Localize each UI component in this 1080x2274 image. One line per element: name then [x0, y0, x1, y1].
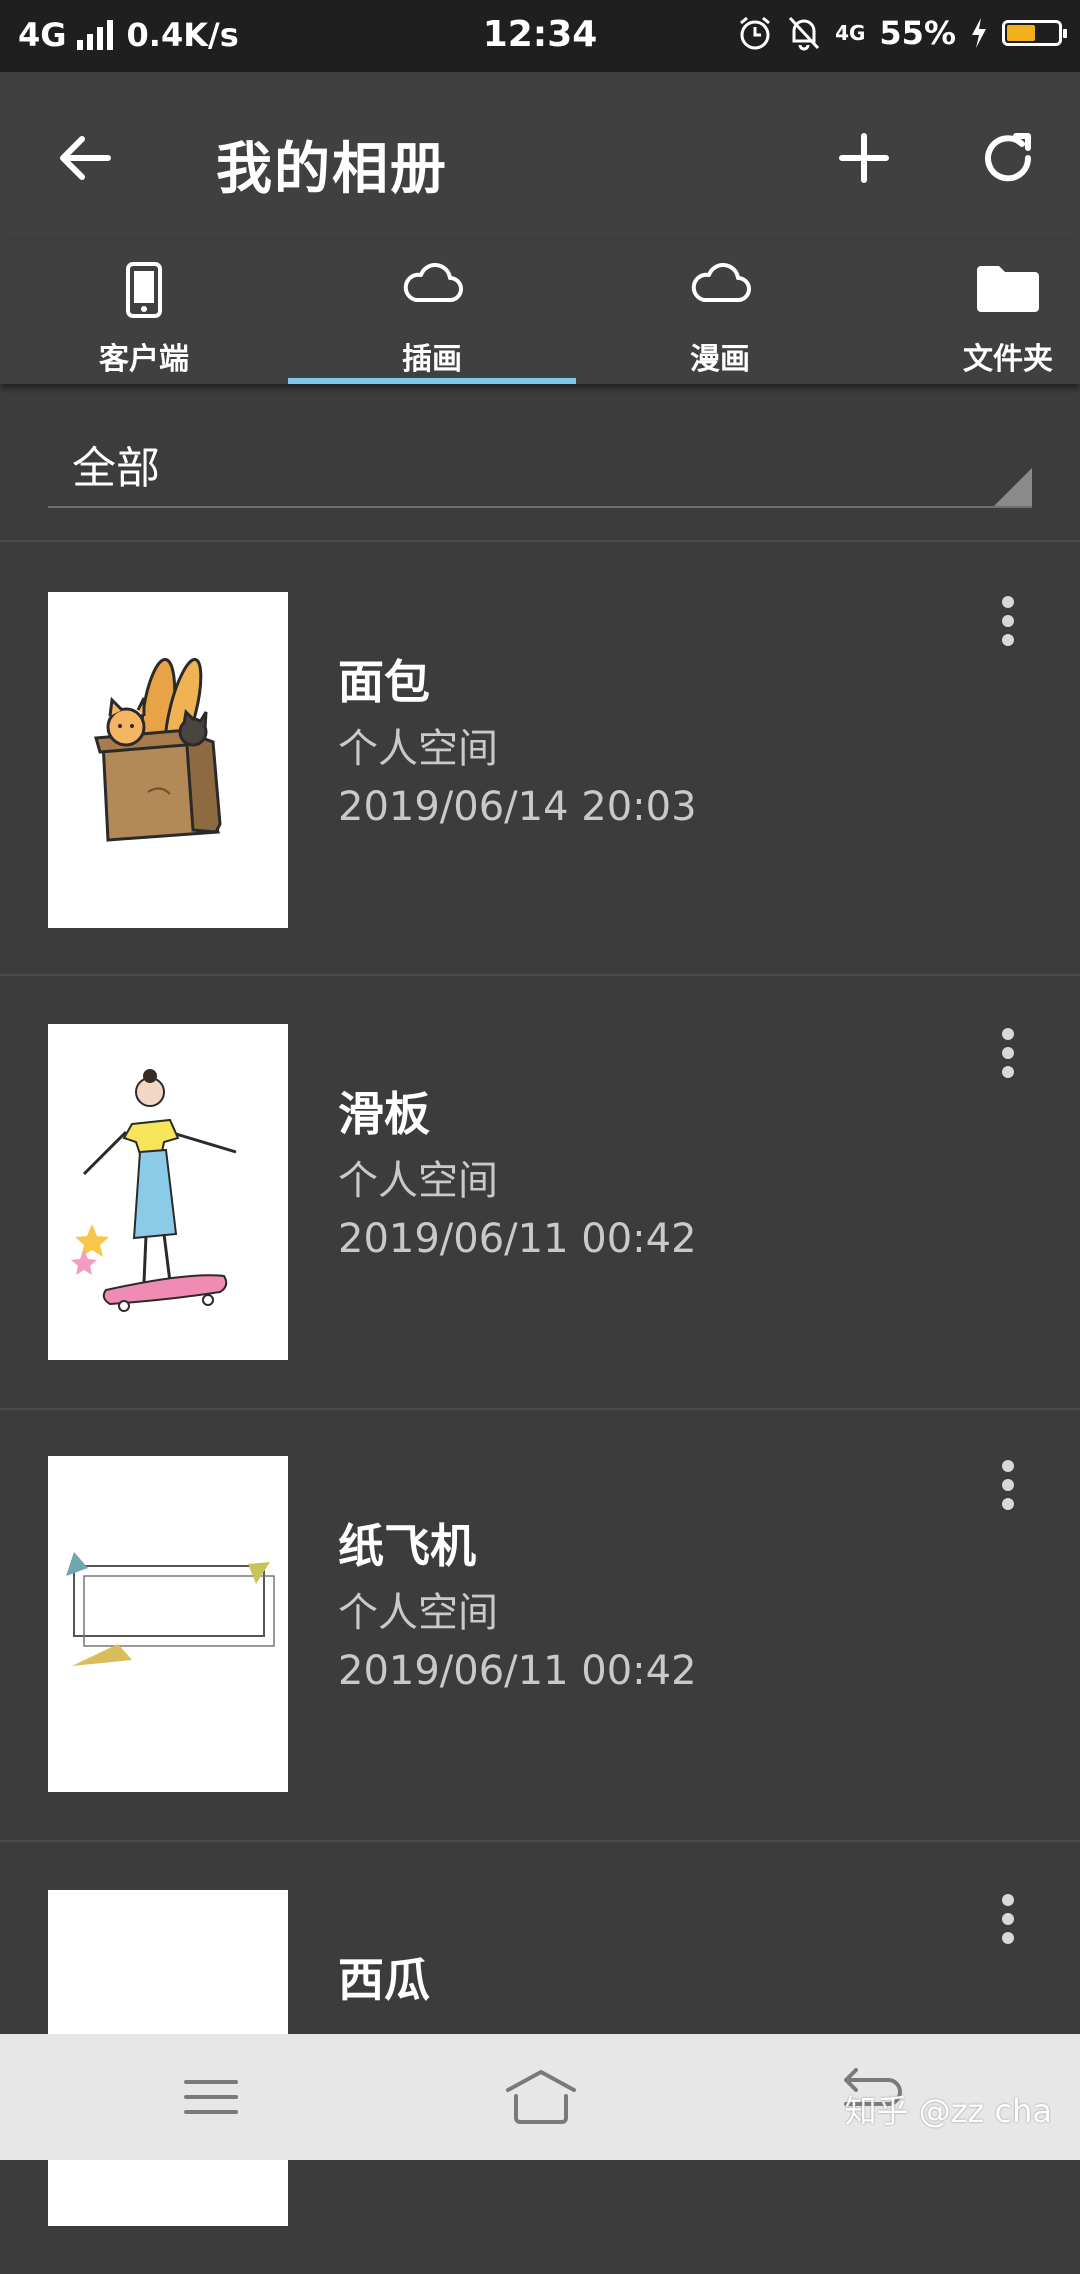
thumbnail-paper-plane [48, 1456, 288, 1792]
page-title: 我的相册 [216, 137, 448, 202]
battery-icon [1002, 20, 1067, 46]
tab-label: 文件夹 [963, 342, 1053, 377]
dropdown-caret-icon [994, 468, 1032, 506]
thumbnail-skateboard [48, 1024, 288, 1360]
refresh-icon [985, 133, 1032, 182]
item-title: 滑板 [338, 1087, 430, 1141]
folder-icon [977, 266, 1039, 312]
battery-percent: 55% [879, 14, 956, 52]
item-date: 2019/06/14 20:03 [338, 784, 697, 830]
list-item[interactable]: 面包 个人空间 2019/06/14 20:03 [0, 544, 1080, 976]
divider [0, 540, 1080, 542]
item-date: 2019/06/11 00:42 [338, 1216, 697, 1262]
battery-fill [1007, 25, 1035, 41]
status-bar: 4G 0.4K/s 12:34 4G 55% [0, 0, 1080, 72]
more-options-button[interactable] [982, 596, 1032, 656]
status-right: 4G 55% [737, 14, 1067, 52]
item-location: 个人空间 [338, 1590, 498, 1636]
charging-icon [972, 18, 986, 48]
item-date: 2019/06/11 00:42 [338, 1648, 697, 1694]
cloud-icon [403, 263, 463, 302]
tab-indicator [288, 378, 576, 384]
cloud-icon [691, 263, 751, 302]
notification-off-icon [788, 16, 820, 51]
network-type-2: 4G [835, 21, 866, 45]
home-icon [506, 2070, 576, 2124]
menu-button[interactable] [166, 2062, 256, 2132]
app-toolbar: 我的相册 [0, 72, 1080, 240]
item-title: 西瓜 [338, 1953, 430, 2007]
watermark: 知乎 @zz cha [844, 2092, 1052, 2130]
item-location: 个人空间 [338, 726, 498, 772]
list-item[interactable]: 纸飞机 个人空间 2019/06/11 00:42 [0, 1408, 1080, 1840]
tab-label: 漫画 [690, 342, 750, 377]
paper-plane-frame-image [66, 1552, 275, 1666]
tab-label: 插画 [402, 342, 462, 377]
alarm-icon [740, 16, 771, 50]
menu-icon [184, 2080, 238, 2114]
item-title: 面包 [338, 655, 430, 709]
skateboard-girl-image [71, 1069, 237, 1312]
item-title: 纸飞机 [338, 1519, 476, 1573]
back-button[interactable] [50, 122, 122, 194]
tab-illustration[interactable]: 插画 [288, 240, 576, 384]
item-location: 个人空间 [338, 1158, 498, 1204]
plus-icon [839, 133, 889, 183]
more-options-button[interactable] [982, 1460, 1032, 1520]
add-button[interactable] [828, 122, 900, 194]
tab-folder[interactable]: 文件夹 [864, 240, 1080, 384]
system-nav-bar: 知乎 @zz cha [0, 2034, 1080, 2160]
tab-client[interactable]: 客户端 [0, 240, 288, 384]
bread-bag-image [94, 657, 222, 842]
phone-icon [126, 262, 162, 318]
filter-label: 全部 [72, 443, 160, 494]
arrow-left-icon [60, 136, 111, 180]
tab-label: 客户端 [99, 342, 189, 377]
more-options-button[interactable] [982, 1028, 1032, 1088]
filter-dropdown[interactable]: 全部 [48, 428, 1032, 508]
more-options-button[interactable] [982, 1894, 1032, 1954]
thumbnail-bread [48, 592, 288, 928]
refresh-button[interactable] [972, 122, 1044, 194]
list-item[interactable]: 滑板 个人空间 2019/06/11 00:42 [0, 976, 1080, 1408]
tab-bar: 客户端 插画 漫画 文件夹 [0, 240, 1080, 384]
tab-comic[interactable]: 漫画 [576, 240, 864, 384]
home-button[interactable] [496, 2062, 586, 2132]
